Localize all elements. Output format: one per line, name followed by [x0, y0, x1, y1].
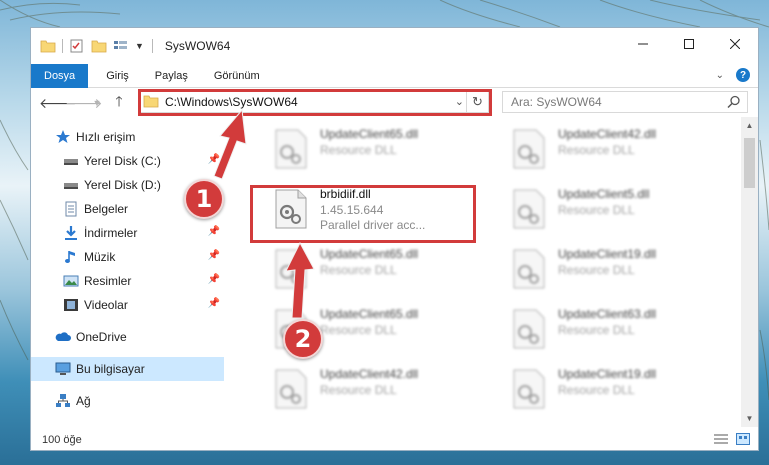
annotation-arrows: [213, 108, 315, 319]
callout-step-2: 2: [283, 319, 323, 359]
arrow-to-file-icon: [285, 241, 315, 319]
arrow-to-address-icon: [213, 108, 247, 180]
callout-step-1: 1: [184, 179, 224, 219]
